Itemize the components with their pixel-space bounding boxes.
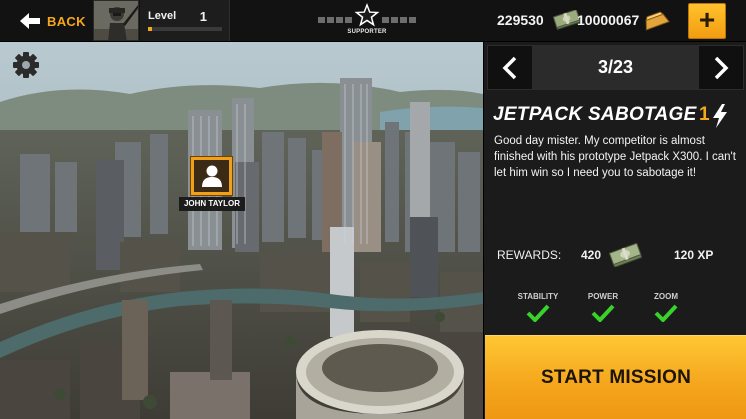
top-bar: BACK Level 1 SUPPORTER 229530 10000067 + — [0, 0, 746, 42]
chevron-right-icon — [714, 56, 729, 79]
star-icon — [354, 3, 380, 27]
reward-cash: 420 — [581, 248, 602, 262]
level-indicator: Level 1 — [140, 0, 230, 41]
mission-title: JETPACK SABOTAGE — [493, 104, 697, 125]
level-label: Level — [148, 10, 177, 22]
target-name: JOHN TAYLOR — [179, 197, 245, 211]
cash-icon — [609, 243, 642, 267]
settings-button[interactable] — [11, 50, 41, 80]
supporter-bars-right — [382, 17, 416, 23]
back-arrow-icon — [20, 13, 40, 29]
reward-xp: 120 XP — [674, 248, 714, 262]
next-mission-button[interactable] — [699, 46, 743, 89]
check-icon — [591, 304, 615, 322]
requirement-stability: STABILITY — [508, 292, 568, 322]
requirement-label: POWER — [587, 292, 619, 301]
rewards-label: REWARDS: — [497, 248, 562, 262]
gold-balance: 10000067 — [577, 12, 640, 28]
mission-counter: 3/23 — [532, 46, 699, 89]
mission-target-marker[interactable]: JOHN TAYLOR — [179, 156, 245, 216]
check-icon — [526, 304, 550, 322]
energy-cost: 1 — [699, 104, 710, 125]
requirement-label: STABILITY — [517, 292, 559, 301]
chevron-left-icon — [502, 56, 517, 79]
start-mission-label: START MISSION — [540, 366, 692, 388]
previous-mission-button[interactable] — [488, 46, 532, 89]
check-icon — [654, 304, 678, 322]
city-map-image — [0, 42, 483, 419]
mission-navigator: 3/23 — [487, 45, 744, 90]
supporter-badge[interactable]: SUPPORTER — [316, 3, 418, 39]
back-label: BACK — [47, 13, 86, 29]
lightning-icon — [713, 104, 727, 128]
add-currency-button[interactable]: + — [688, 3, 726, 39]
requirement-label: ZOOM — [654, 292, 678, 301]
gold-bar-icon — [645, 11, 670, 31]
cash-balance: 229530 — [497, 12, 544, 28]
back-button[interactable]: BACK — [0, 0, 90, 42]
level-value: 1 — [199, 9, 207, 24]
supporter-label: SUPPORTER — [347, 29, 387, 35]
start-mission-button[interactable]: START MISSION — [485, 335, 746, 419]
requirement-zoom: ZOOM — [636, 292, 696, 322]
city-map[interactable]: JOHN TAYLOR — [0, 42, 483, 419]
gear-icon — [13, 52, 39, 78]
mission-description: Good day mister. My competitor is almost… — [494, 135, 736, 180]
level-progress-bar — [148, 27, 222, 31]
mission-panel: 3/23 JETPACK SABOTAGE 1 Good day mister.… — [483, 42, 746, 419]
requirement-power: POWER — [573, 292, 633, 322]
soldier-avatar-icon — [94, 1, 138, 40]
plus-icon: + — [698, 4, 716, 35]
target-portrait — [190, 156, 233, 196]
supporter-bars-left — [318, 17, 352, 23]
player-avatar[interactable] — [93, 0, 139, 41]
person-icon — [201, 165, 222, 187]
level-progress-fill — [148, 27, 153, 31]
